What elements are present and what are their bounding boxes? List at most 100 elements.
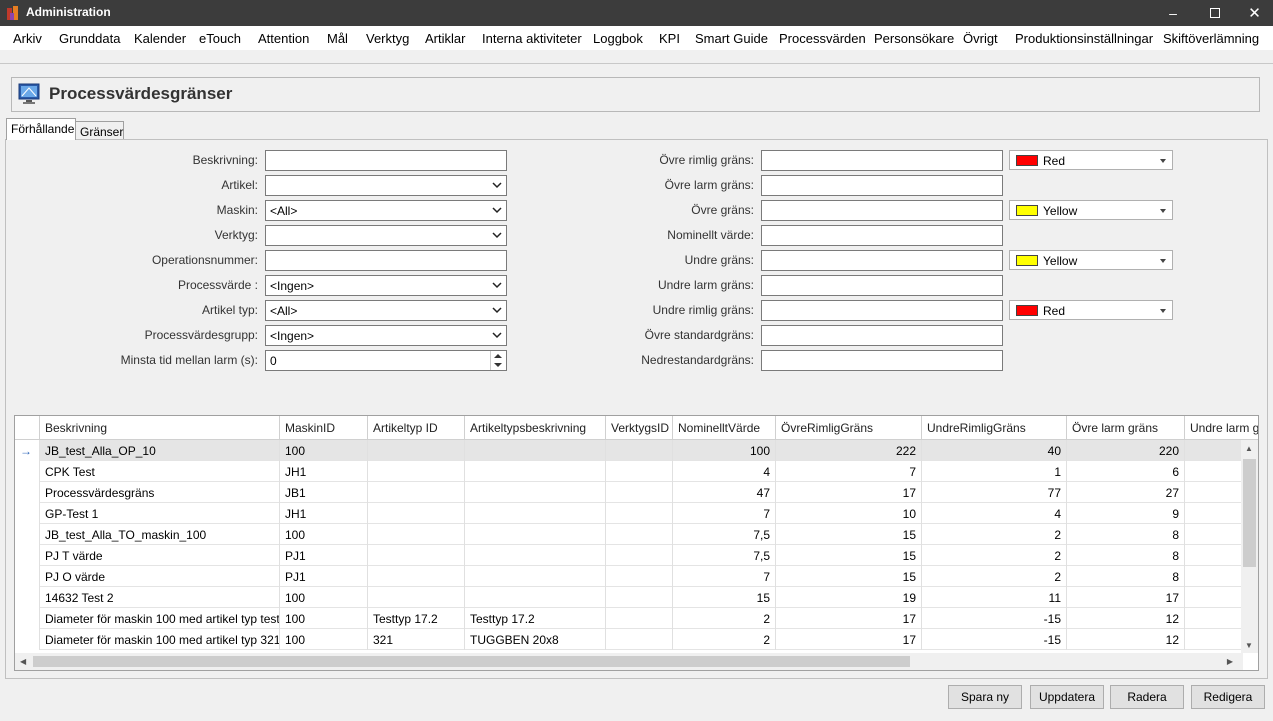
table-cell[interactable]: GP-Test 1: [40, 503, 280, 524]
menu-item-14[interactable]: Personsökare: [874, 31, 954, 46]
table-cell[interactable]: 100: [280, 524, 368, 545]
table-row[interactable]: Diameter för maskin 100 med artikel typ …: [15, 629, 1243, 650]
table-cell[interactable]: TUGGBEN 20x8: [465, 629, 606, 650]
tab-granser[interactable]: Gränser: [75, 121, 124, 141]
dropdown-left-6[interactable]: <All>: [265, 300, 507, 321]
dropdown-left-7[interactable]: <Ingen>: [265, 325, 507, 346]
table-row[interactable]: → JB_test_Alla_OP_10 100 100 222 40 220: [15, 440, 1243, 461]
horizontal-scrollbar[interactable]: ◀ ▶: [15, 653, 1243, 670]
limit-field-1[interactable]: [761, 175, 1003, 196]
table-cell[interactable]: 2: [922, 545, 1067, 566]
menu-item-2[interactable]: Grunddata: [59, 31, 120, 46]
table-cell[interactable]: Diameter för maskin 100 med artikel typ …: [40, 629, 280, 650]
dropdown-arrow-icon[interactable]: [1160, 259, 1166, 263]
table-cell[interactable]: 2: [922, 566, 1067, 587]
table-cell[interactable]: JB_test_Alla_TO_maskin_100: [40, 524, 280, 545]
table-cell[interactable]: 6: [1067, 461, 1185, 482]
table-cell[interactable]: [465, 461, 606, 482]
spin-down-icon[interactable]: [494, 363, 502, 367]
table-cell[interactable]: 15: [776, 545, 922, 566]
table-cell[interactable]: 2: [673, 629, 776, 650]
table-row[interactable]: Processvärdesgräns JB1 47 17 77 27: [15, 482, 1243, 503]
column-header[interactable]: Artikeltypsbeskrivning: [465, 416, 606, 440]
close-button[interactable]: ✕: [1236, 0, 1273, 26]
row-selector[interactable]: [15, 461, 40, 482]
table-cell[interactable]: JB_test_Alla_OP_10: [40, 440, 280, 461]
table-cell[interactable]: [368, 440, 465, 461]
table-cell[interactable]: [465, 566, 606, 587]
table-cell[interactable]: JH1: [280, 461, 368, 482]
menu-item-12[interactable]: Smart Guide: [695, 31, 768, 46]
scroll-left-icon[interactable]: ◀: [20, 657, 26, 666]
scroll-right-icon[interactable]: ▶: [1227, 657, 1233, 666]
table-cell[interactable]: 100: [280, 608, 368, 629]
table-cell[interactable]: 1: [922, 461, 1067, 482]
chevron-down-icon[interactable]: [492, 279, 502, 291]
chevron-down-icon[interactable]: [492, 329, 502, 341]
table-cell[interactable]: Testtyp 17.2: [465, 608, 606, 629]
spin-buttons[interactable]: [490, 351, 506, 370]
table-cell[interactable]: 17: [776, 482, 922, 503]
table-row[interactable]: Diameter för maskin 100 med artikel typ …: [15, 608, 1243, 629]
table-cell[interactable]: Testtyp 17.2: [368, 608, 465, 629]
horizontal-scroll-thumb[interactable]: [33, 656, 910, 667]
menu-item-6[interactable]: Mål: [327, 31, 348, 46]
row-selector-arrow-icon[interactable]: →: [15, 440, 40, 461]
numeric-stepper[interactable]: 0: [265, 350, 507, 371]
column-header[interactable]: MaskinID: [280, 416, 368, 440]
table-cell[interactable]: 4: [922, 503, 1067, 524]
table-row[interactable]: JB_test_Alla_TO_maskin_100 100 7,5 15 2 8: [15, 524, 1243, 545]
menu-item-8[interactable]: Artiklar: [425, 31, 465, 46]
table-cell[interactable]: 9: [1067, 503, 1185, 524]
table-cell[interactable]: [465, 587, 606, 608]
chevron-down-icon[interactable]: [492, 204, 502, 216]
column-header[interactable]: Undre larm gr: [1185, 416, 1258, 440]
table-cell[interactable]: Processvärdesgräns: [40, 482, 280, 503]
save-new-button[interactable]: Spara ny: [948, 685, 1022, 709]
menu-item-3[interactable]: Kalender: [134, 31, 186, 46]
table-cell[interactable]: 7,5: [673, 545, 776, 566]
table-cell[interactable]: 100: [280, 440, 368, 461]
table-cell[interactable]: 17: [776, 608, 922, 629]
color-dropdown-0[interactable]: Red: [1009, 150, 1173, 170]
table-cell[interactable]: 17: [776, 629, 922, 650]
menu-item-5[interactable]: Attention: [258, 31, 309, 46]
column-header[interactable]: NominelltVärde: [673, 416, 776, 440]
menu-item-13[interactable]: Processvärden: [779, 31, 866, 46]
color-dropdown-4[interactable]: Yellow: [1009, 250, 1173, 270]
menu-item-1[interactable]: Arkiv: [13, 31, 42, 46]
table-cell[interactable]: 2: [922, 524, 1067, 545]
table-cell[interactable]: [368, 503, 465, 524]
table-cell[interactable]: 220: [1067, 440, 1185, 461]
table-cell[interactable]: 12: [1067, 608, 1185, 629]
table-cell[interactable]: 7: [673, 566, 776, 587]
color-dropdown-6[interactable]: Red: [1009, 300, 1173, 320]
spin-up-icon[interactable]: [494, 354, 502, 358]
table-cell[interactable]: [606, 461, 673, 482]
table-cell[interactable]: 7,5: [673, 524, 776, 545]
table-row[interactable]: 14632 Test 2 100 15 19 11 17: [15, 587, 1243, 608]
table-row[interactable]: CPK Test JH1 4 7 1 6: [15, 461, 1243, 482]
menu-item-10[interactable]: Loggbok: [593, 31, 643, 46]
table-cell[interactable]: 77: [922, 482, 1067, 503]
menu-item-9[interactable]: Interna aktiviteter: [482, 31, 582, 46]
table-cell[interactable]: [606, 524, 673, 545]
table-cell[interactable]: 8: [1067, 524, 1185, 545]
table-cell[interactable]: 10: [776, 503, 922, 524]
table-cell[interactable]: 15: [776, 566, 922, 587]
table-cell[interactable]: 40: [922, 440, 1067, 461]
limit-field-4[interactable]: [761, 250, 1003, 271]
table-cell[interactable]: [368, 524, 465, 545]
table-cell[interactable]: [465, 545, 606, 566]
row-selector[interactable]: [15, 503, 40, 524]
table-cell[interactable]: 7: [776, 461, 922, 482]
table-cell[interactable]: [368, 587, 465, 608]
limit-field-5[interactable]: [761, 275, 1003, 296]
table-cell[interactable]: [606, 587, 673, 608]
table-cell[interactable]: 100: [280, 629, 368, 650]
row-selector[interactable]: [15, 482, 40, 503]
table-cell[interactable]: PJ O värde: [40, 566, 280, 587]
dropdown-left-1[interactable]: [265, 175, 507, 196]
table-cell[interactable]: [368, 482, 465, 503]
limit-field-3[interactable]: [761, 225, 1003, 246]
